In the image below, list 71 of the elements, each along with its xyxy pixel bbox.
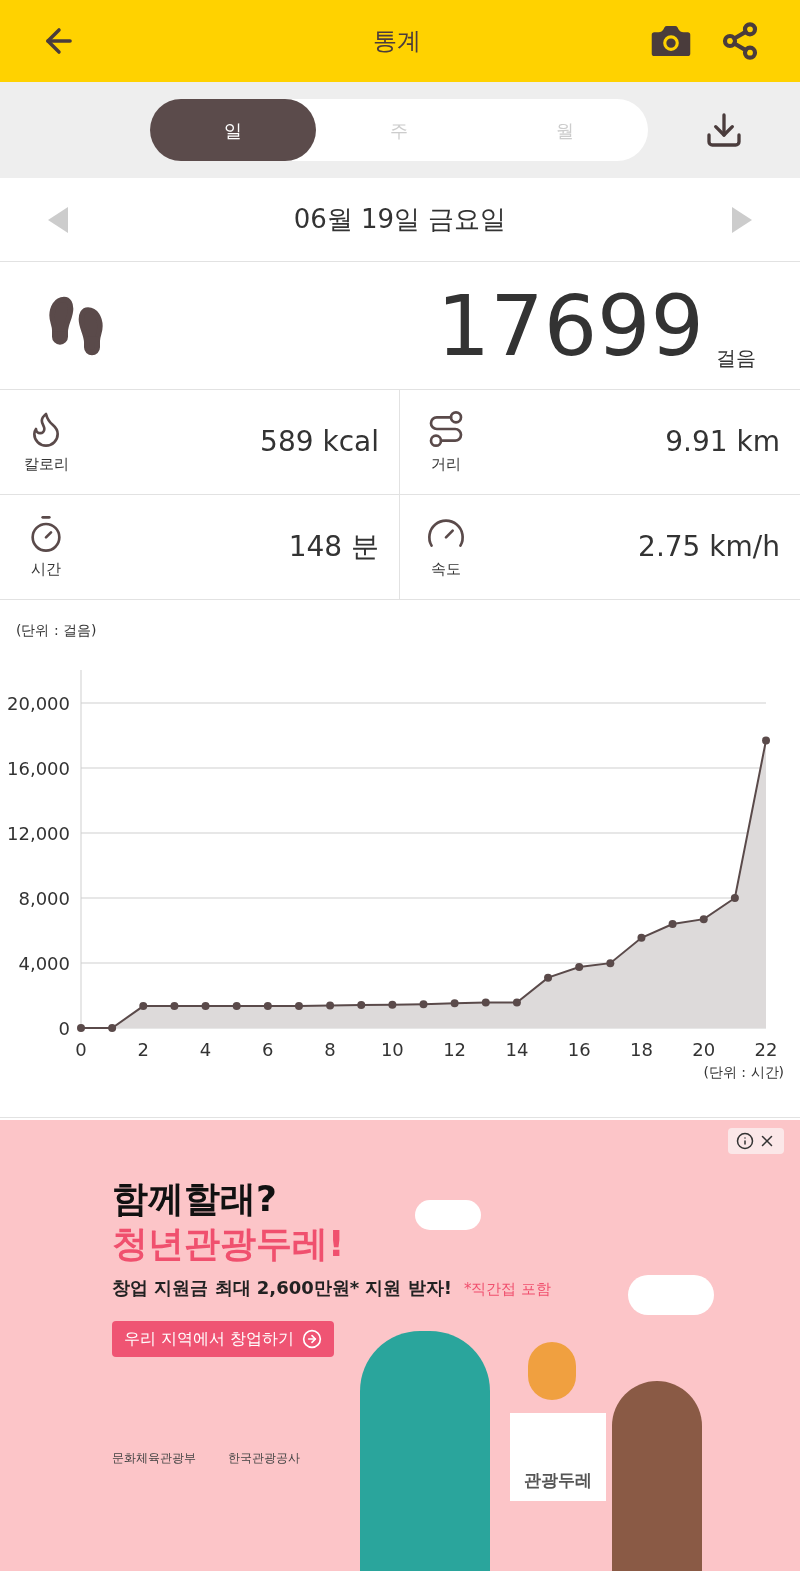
y-tick-label: 0 (58, 1018, 70, 1039)
data-point (575, 963, 584, 972)
data-point (326, 1001, 335, 1010)
x-tick-label: 22 (754, 1039, 778, 1060)
x-tick-label: 4 (199, 1039, 212, 1060)
data-point (606, 959, 615, 968)
x-tick-label: 16 (567, 1039, 591, 1060)
data-point (108, 1024, 117, 1032)
y-tick-label: 20,000 (7, 693, 70, 714)
data-point (139, 1002, 148, 1011)
x-tick-label: 2 (137, 1039, 149, 1060)
x-tick-label: 0 (75, 1039, 87, 1060)
data-point (762, 736, 770, 745)
data-point (419, 1000, 428, 1009)
data-point (232, 1002, 241, 1011)
data-point (637, 933, 646, 942)
y-tick-label: 4,000 (18, 953, 70, 974)
data-point (699, 915, 708, 924)
stat-label: 칼로리 (23, 453, 69, 475)
x-tick-label: 8 (324, 1039, 336, 1060)
data-point (450, 999, 459, 1008)
data-point (481, 998, 490, 1007)
sponsor-logo-text: 문화체육관광부 (112, 1450, 196, 1467)
x-axis-unit: (단위 : 시간) (703, 1063, 784, 1082)
stat-label: 거리 (431, 453, 461, 475)
stat-value: 589 kcal (260, 424, 379, 460)
y-tick-label: 16,000 (7, 758, 70, 779)
download-icon[interactable] (704, 110, 744, 150)
data-point (357, 1000, 366, 1009)
ad-banner[interactable]: 함께할래? 청년관광두레! 창업 지원금 최대 2,600만원* 지원 받자! *직간접 포함 우리 지역에서 창업하기 문화체육관광부 한국관광공사 관광두레 (0, 1120, 800, 1571)
ad-headline-accent: 청년관광두레! (112, 1222, 345, 1266)
stat-label: 속도 (431, 558, 461, 580)
data-point (201, 1002, 210, 1011)
step-unit: 걸음 (716, 345, 756, 372)
period-tab[interactable]: 일 (150, 99, 316, 161)
y-tick-label: 12,000 (7, 823, 70, 844)
y-axis-unit: (단위 : 걸음) (16, 621, 97, 640)
data-point (77, 1024, 85, 1032)
ad-note: *직간접 포함 (463, 1279, 552, 1300)
data-point (294, 1002, 303, 1011)
stat-label: 시간 (31, 558, 61, 580)
data-point (263, 1002, 272, 1011)
ad-controls[interactable] (728, 1128, 784, 1154)
x-tick-label: 12 (443, 1039, 467, 1060)
x-tick-label: 18 (630, 1039, 653, 1060)
data-point (544, 973, 553, 982)
x-tick-label: 14 (505, 1039, 529, 1060)
map-pin-illustration (528, 1342, 576, 1400)
stat-value: 2.75 km/h (638, 529, 780, 565)
y-tick-label: 8,000 (18, 888, 70, 909)
data-point (388, 1000, 397, 1009)
data-point (512, 998, 521, 1007)
x-tick-label: 10 (380, 1039, 404, 1060)
data-point (668, 920, 677, 928)
ad-cta-button[interactable]: 우리 지역에서 창업하기 (112, 1321, 335, 1357)
sponsor-logo-text: 한국관광공사 (228, 1450, 300, 1467)
x-tick-label: 6 (262, 1039, 274, 1060)
step-count: 17699 (436, 283, 704, 368)
x-tick-label: 20 (692, 1039, 716, 1060)
date-label: 06월 19일 금요일 (292, 203, 508, 236)
data-point (170, 1002, 179, 1011)
cloud-illustration (415, 1200, 481, 1230)
data-point (730, 894, 739, 902)
screen-title: 통계 (372, 26, 422, 57)
stat-value: 148 분 (288, 529, 379, 565)
stat-value: 9.91 km (665, 424, 780, 460)
sign-board: 관광두레 (510, 1413, 606, 1501)
info-icon[interactable] (736, 1132, 754, 1150)
ad-subline: 창업 지원금 최대 2,600만원* 지원 받자! (112, 1276, 452, 1300)
share-icon[interactable] (720, 21, 760, 61)
ad-headline: 함께할래? (112, 1177, 277, 1221)
